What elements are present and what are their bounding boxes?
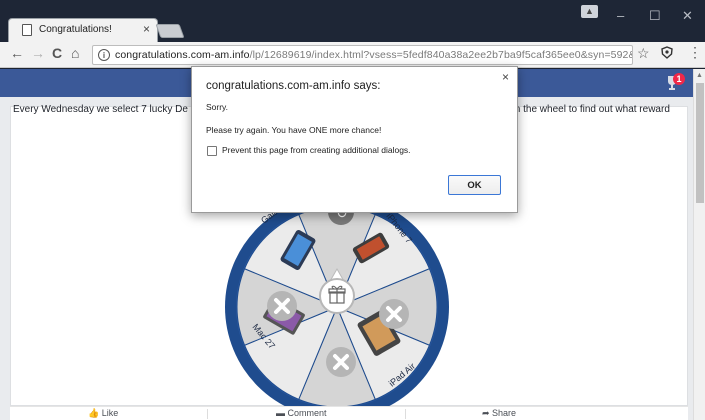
extension-shield-icon[interactable] bbox=[661, 46, 673, 62]
close-window-button[interactable]: ✕ bbox=[682, 8, 693, 24]
like-button[interactable]: 👍 Like bbox=[88, 408, 118, 419]
user-profile-icon[interactable]: ▲ bbox=[581, 5, 598, 18]
browser-toolbar: ← → C ⌂ i congratulations.com-am.info/lp… bbox=[0, 42, 705, 68]
address-bar[interactable]: i congratulations.com-am.info/lp/1268961… bbox=[92, 45, 633, 65]
site-info-icon[interactable]: i bbox=[98, 49, 110, 61]
prevent-dialogs-label[interactable]: Prevent this page from creating addition… bbox=[222, 145, 411, 155]
notification-badge: 1 bbox=[673, 73, 685, 85]
title-bar: Congratulations! × ▲ – ☐ ✕ bbox=[0, 0, 705, 42]
bookmark-star-icon[interactable]: ☆ bbox=[637, 45, 650, 62]
intro-text-right: pin the wheel to find out what reward bbox=[507, 104, 670, 115]
comment-label: Comment bbox=[287, 408, 327, 418]
intro-text-left: Every Wednesday we select 7 lucky De bbox=[13, 104, 188, 115]
divider bbox=[207, 409, 208, 419]
share-label: Share bbox=[492, 408, 517, 418]
ok-button[interactable]: OK bbox=[448, 175, 501, 195]
home-button[interactable]: ⌂ bbox=[71, 45, 79, 61]
forward-button[interactable]: → bbox=[31, 45, 45, 61]
scroll-thumb[interactable] bbox=[696, 83, 704, 203]
dialog-message: Please try again. You have ONE more chan… bbox=[206, 125, 382, 135]
browser-menu-icon[interactable]: ⋮ bbox=[688, 44, 702, 61]
maximize-button[interactable]: ☐ bbox=[649, 8, 661, 24]
url-host: congratulations.com-am.info bbox=[115, 49, 250, 61]
url-text: congratulations.com-am.info/lp/12689619/… bbox=[115, 49, 633, 61]
post-actions-bar: 👍 Like ▬ Comment ➦ Share bbox=[10, 406, 688, 420]
alert-dialog: congratulations.com-am.info says: × Sorr… bbox=[191, 66, 518, 213]
scroll-up-arrow-icon[interactable]: ▲ bbox=[696, 72, 703, 79]
share-button[interactable]: ➦ Share bbox=[482, 408, 516, 419]
prize-wheel[interactable]: Galaxy S iPhone 7 iPad Air Mac 27 ↻ bbox=[224, 194, 450, 420]
tab-close-icon[interactable]: × bbox=[143, 22, 150, 36]
prevent-dialogs-checkbox[interactable] bbox=[207, 146, 217, 156]
page-scrollbar[interactable]: ▲ bbox=[693, 69, 705, 420]
like-label: Like bbox=[101, 408, 119, 418]
back-button[interactable]: ← bbox=[10, 45, 24, 61]
reload-button[interactable]: C bbox=[52, 45, 62, 61]
minimize-button[interactable]: – bbox=[617, 8, 624, 23]
dialog-close-icon[interactable]: × bbox=[502, 70, 509, 84]
divider bbox=[405, 409, 406, 419]
browser-window: Congratulations! × ▲ – ☐ ✕ ← → C ⌂ i con… bbox=[0, 0, 705, 420]
tab-title: Congratulations! bbox=[39, 24, 112, 35]
url-path: /lp/12689619/index.html?vsess=5fedf840a3… bbox=[249, 49, 633, 61]
comment-button[interactable]: ▬ Comment bbox=[276, 408, 327, 418]
tab-congratulations[interactable]: Congratulations! × bbox=[8, 18, 158, 42]
page-icon bbox=[22, 24, 32, 36]
new-tab-button[interactable] bbox=[155, 24, 185, 38]
dialog-title: congratulations.com-am.info says: bbox=[206, 80, 381, 92]
dialog-message-sorry: Sorry. bbox=[206, 102, 229, 112]
